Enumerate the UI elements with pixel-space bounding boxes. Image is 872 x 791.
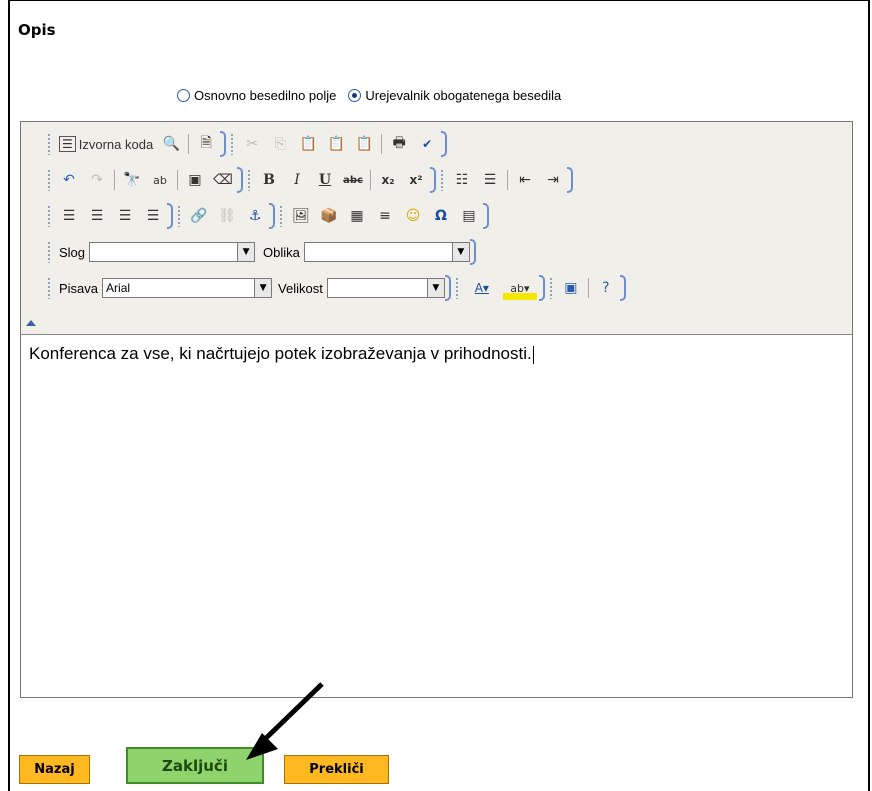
arrow-shaft — [260, 682, 324, 744]
pointer-arrow-annotation — [246, 682, 324, 760]
arrow-head — [246, 733, 278, 760]
